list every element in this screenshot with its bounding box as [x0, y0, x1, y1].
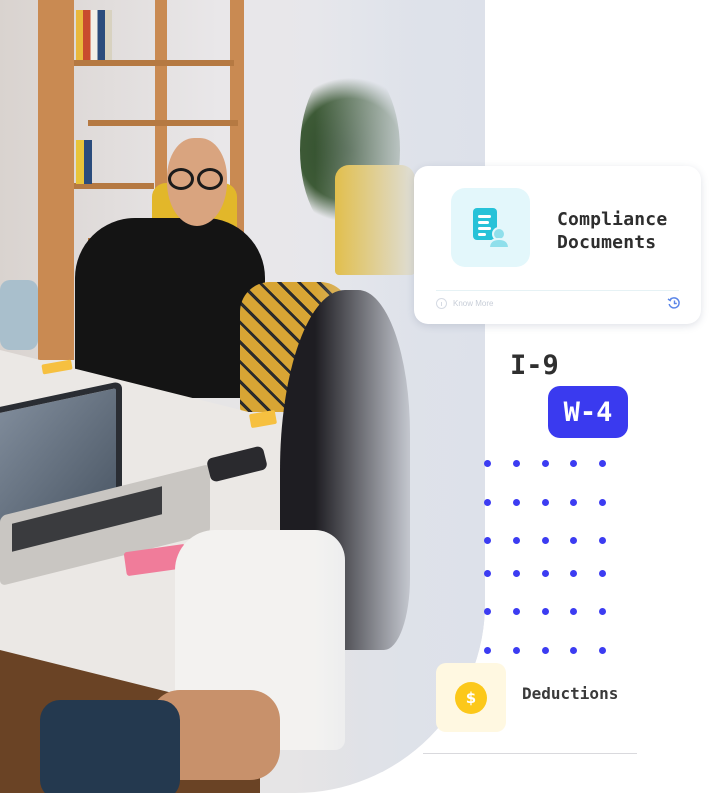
compliance-documents-card[interactable]: Compliance Documents Know More [414, 166, 701, 324]
dot [599, 570, 606, 577]
card-title-line1: Compliance [557, 209, 668, 230]
dot [542, 460, 549, 467]
shelf-post [38, 0, 74, 360]
deductions-label: Deductions [522, 684, 619, 703]
dot [484, 608, 491, 615]
dot [570, 460, 577, 467]
man-sweater [75, 218, 265, 398]
i9-tag: I-9 [510, 350, 559, 381]
dollar-coin-icon: $ [455, 682, 487, 714]
shelf-board [88, 120, 238, 126]
dot [570, 570, 577, 577]
dot [542, 608, 549, 615]
books [76, 140, 92, 184]
info-icon [436, 298, 447, 309]
dot [570, 499, 577, 506]
dot [599, 608, 606, 615]
dot-grid-decoration [480, 458, 620, 658]
dot [484, 647, 491, 654]
dot [513, 499, 520, 506]
w4-tag-label: W-4 [563, 396, 613, 428]
dot [513, 570, 520, 577]
card-icon-box [451, 188, 530, 267]
dot [599, 499, 606, 506]
card-divider [436, 290, 679, 291]
know-more-label: Know More [453, 299, 494, 308]
dot [599, 647, 606, 654]
dot [513, 537, 520, 544]
jeans [40, 700, 180, 793]
blue-chair [0, 280, 38, 350]
dollar-symbol: $ [465, 689, 477, 707]
dot [542, 499, 549, 506]
books [76, 10, 112, 60]
dot [513, 460, 520, 467]
glasses [197, 168, 223, 190]
know-more-link[interactable]: Know More [436, 298, 493, 309]
deductions-icon-box: $ [436, 663, 506, 732]
bottom-divider [423, 753, 637, 754]
dot [484, 499, 491, 506]
glasses [168, 168, 194, 190]
dot [599, 460, 606, 467]
dot [513, 608, 520, 615]
card-title: Compliance Documents [557, 208, 697, 254]
w4-tag: W-4 [548, 386, 628, 438]
dot [542, 537, 549, 544]
card-title-line2: Documents [557, 232, 657, 253]
dot [484, 570, 491, 577]
dot [570, 608, 577, 615]
document-user-icon [473, 208, 511, 249]
dot [484, 460, 491, 467]
dot [570, 647, 577, 654]
shelf-board [74, 60, 234, 66]
history-icon[interactable] [667, 296, 681, 310]
dot [599, 537, 606, 544]
dot [542, 570, 549, 577]
dot [484, 537, 491, 544]
dot [542, 647, 549, 654]
hero-photo [0, 0, 485, 793]
dot [570, 537, 577, 544]
dot [513, 647, 520, 654]
